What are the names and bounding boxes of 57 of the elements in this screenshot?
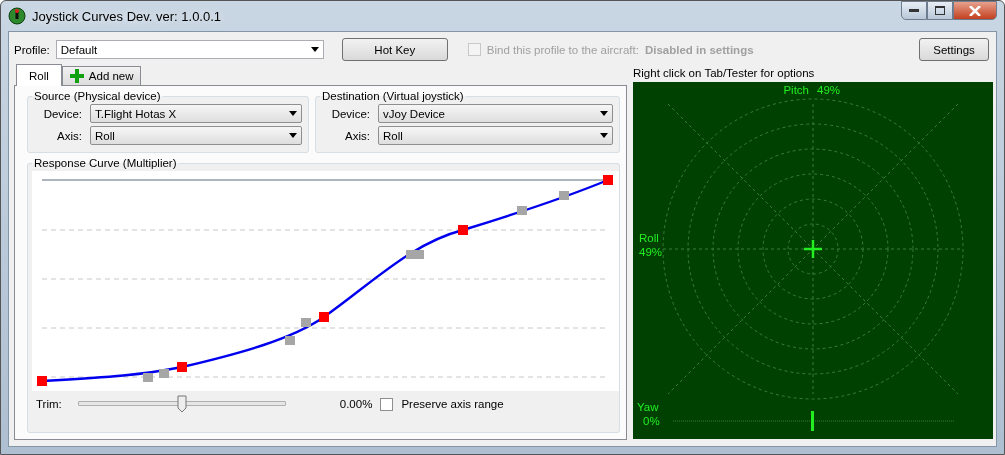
yaw-label: Yaw <box>637 401 659 413</box>
slider-thumb[interactable] <box>176 395 187 413</box>
hot-key-button[interactable]: Hot Key <box>341 38 448 61</box>
app-icon <box>8 7 26 25</box>
profile-label: Profile: <box>14 43 50 56</box>
tangent-handle[interactable] <box>559 191 569 200</box>
plus-icon <box>68 68 85 84</box>
caret-icon <box>600 111 608 116</box>
pitch-label: Pitch <box>783 84 809 96</box>
maximize-icon <box>935 6 945 15</box>
preserve-label: Preserve axis range <box>401 398 504 410</box>
roll-label: Roll <box>639 232 659 244</box>
trim-reading: 0.00% <box>339 398 373 410</box>
yaw-reading: 0% <box>643 415 660 427</box>
group-title: Destination (Virtual joystick) <box>321 90 465 102</box>
device-dropdown[interactable]: vJoy Device <box>378 104 613 123</box>
hint-text: Right click on Tab/Tester for options <box>633 66 815 79</box>
trim-label: Trim: <box>36 398 62 410</box>
tangent-handle[interactable] <box>406 250 424 259</box>
caret-icon <box>289 133 297 138</box>
trim-slider[interactable] <box>77 394 286 414</box>
device-dropdown[interactable]: T.Flight Hotas X <box>90 104 302 123</box>
bind-status: Disabled in settings <box>644 43 754 56</box>
profile-dropdown[interactable]: Default <box>55 40 324 59</box>
yaw-indicator <box>811 411 814 431</box>
control-point[interactable] <box>37 376 47 386</box>
control-point[interactable] <box>319 312 329 322</box>
minimize-icon <box>909 8 919 13</box>
axis-dropdown[interactable]: Roll <box>378 126 613 145</box>
group-title: Response Curve (Multiplier) <box>33 157 178 169</box>
close-button[interactable] <box>953 1 997 20</box>
group-title: Source (Physical device) <box>33 90 162 102</box>
tab[interactable]: Roll <box>16 64 62 86</box>
control-point[interactable] <box>603 175 613 185</box>
control-point[interactable] <box>458 225 468 235</box>
axis-dropdown[interactable]: Roll <box>90 126 302 145</box>
joystick-tester[interactable]: Pitch 49% Roll 49% Yaw 0% <box>633 82 993 439</box>
caret-icon <box>310 47 319 52</box>
device-label: Device: <box>330 107 371 120</box>
close-icon <box>969 5 981 16</box>
maximize-button[interactable] <box>927 1 953 20</box>
tab[interactable]: Add new <box>61 66 141 85</box>
position-crosshair <box>804 240 822 258</box>
preserve-checkbox[interactable] <box>380 397 394 411</box>
bind-label: Bind this profile to the aircraft: <box>486 43 639 56</box>
pitch-reading: 49% <box>817 84 841 96</box>
caret-icon <box>600 133 608 138</box>
settings-button[interactable]: Settings <box>919 38 989 61</box>
control-point[interactable] <box>177 362 187 372</box>
minimize-button[interactable] <box>901 1 927 20</box>
axis-label: Axis: <box>56 129 83 142</box>
tangent-handle[interactable] <box>517 206 527 215</box>
caret-icon <box>289 111 297 116</box>
window-title: Joystick Curves Dev. ver: 1.0.0.1 <box>32 8 223 24</box>
device-label: Device: <box>42 107 83 120</box>
axis-label: Axis: <box>344 129 371 142</box>
roll-reading: 49% <box>639 246 663 258</box>
